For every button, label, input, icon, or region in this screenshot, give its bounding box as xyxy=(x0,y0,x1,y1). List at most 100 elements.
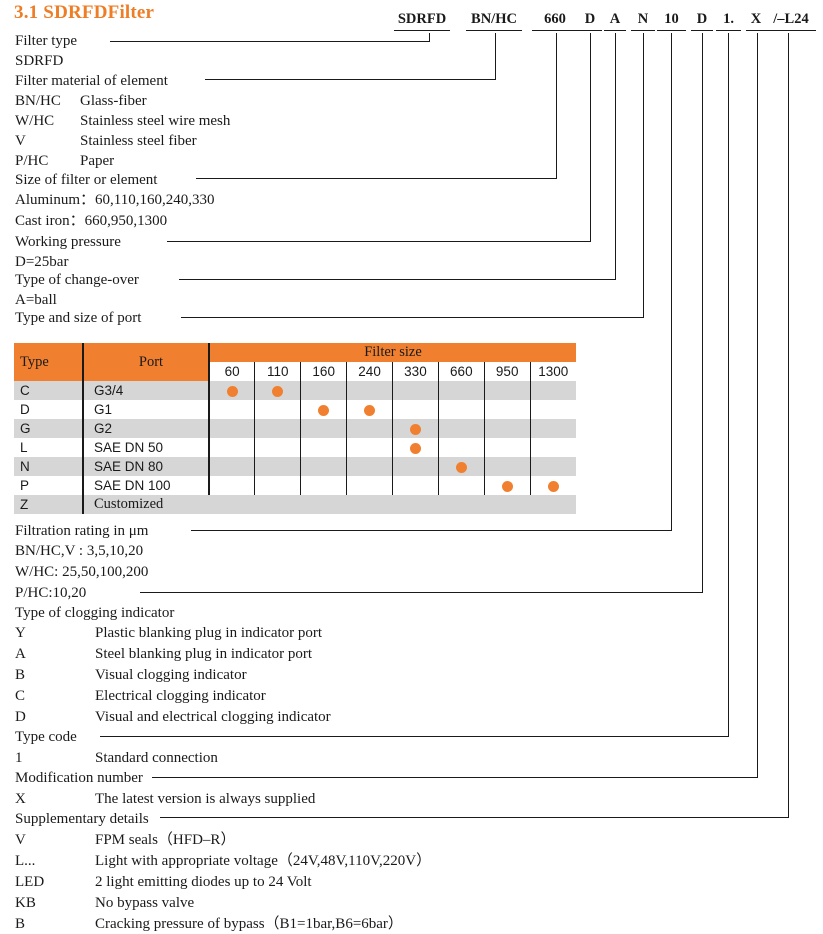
table-row: C G3/4 xyxy=(14,381,576,400)
availability-dot-icon xyxy=(547,480,559,492)
cell-mark-empty xyxy=(300,438,347,457)
cell-type: L xyxy=(14,438,83,457)
entry-indicator-y-desc: Plastic blanking plug in indicator port xyxy=(95,625,323,641)
entry-whc-desc: Stainless steel wire mesh xyxy=(80,113,231,129)
leader-hline-filter-type xyxy=(110,41,430,42)
entry-rating-bnhc: BN/HC,V : 3,5,10,20 xyxy=(15,543,144,559)
entry-supp-v-desc: FPM seals（HFD–R） xyxy=(95,832,236,848)
leader-hline-filtration-rating xyxy=(191,530,672,531)
entry-typecode-1-code: 1 xyxy=(15,750,23,766)
heading-change-over: Type of change-over xyxy=(15,272,139,288)
table-head: Type Port Filter size 60 110 160 240 330… xyxy=(14,343,576,381)
cell-mark-empty xyxy=(254,457,301,476)
table-row: L SAE DN 50 xyxy=(14,438,576,457)
heading-working-pressure: Working pressure xyxy=(15,234,121,250)
col-header-filter-size: Filter size xyxy=(208,343,576,362)
cell-mark-empty xyxy=(437,419,485,438)
cell-mark-empty xyxy=(254,419,301,438)
code-modification-number: X xyxy=(746,10,766,31)
entry-indicator-a-code: A xyxy=(15,646,26,662)
col-header-port: Port xyxy=(82,343,209,381)
leader-vline-filter-material xyxy=(495,33,496,80)
leader-vline-port xyxy=(643,33,644,318)
entry-changeover-a: A=ball xyxy=(15,292,57,308)
table-header-row-1: Type Port Filter size xyxy=(14,343,576,381)
cell-mark-empty xyxy=(254,400,301,419)
cell-mark-empty xyxy=(529,438,576,457)
cell-port: SAE DN 80 xyxy=(82,457,209,476)
cell-port: SAE DN 100 xyxy=(82,476,209,495)
table-row: D G1 xyxy=(14,400,576,419)
heading-filter-material: Filter material of element xyxy=(15,73,168,89)
entry-indicator-c-code: C xyxy=(15,688,26,704)
entry-rating-phc: P/HC:10,20 xyxy=(15,585,87,601)
cell-mark-empty xyxy=(483,381,531,400)
cell-mark-empty xyxy=(437,381,485,400)
availability-dot-icon xyxy=(501,480,513,492)
code-clogging-indicator: D xyxy=(691,10,713,31)
availability-dot-icon xyxy=(226,385,238,397)
col-header-size-160: 160 xyxy=(300,362,347,381)
entry-indicator-y-code: Y xyxy=(15,625,26,641)
entry-modification-x-desc: The latest version is always supplied xyxy=(95,791,316,807)
entry-supp-v-code: V xyxy=(15,832,26,848)
entry-indicator-a-desc: Steel blanking plug in indicator port xyxy=(95,646,313,662)
col-header-size-60: 60 xyxy=(208,362,255,381)
availability-dot-icon xyxy=(409,442,421,454)
cell-mark-empty xyxy=(392,476,439,495)
table-row: P SAE DN 100 xyxy=(14,476,576,495)
cell-mark-empty xyxy=(437,438,485,457)
cell-type: N xyxy=(14,457,83,476)
leader-hline-modification-number xyxy=(152,777,758,778)
cell-mark-empty xyxy=(529,457,576,476)
availability-dot-icon xyxy=(318,404,330,416)
heading-type-code: Type code xyxy=(15,729,77,745)
leader-vline-supplementary-details xyxy=(788,33,789,818)
cell-mark-empty xyxy=(346,381,393,400)
entry-cast-iron: Cast iron：660,950,1300 xyxy=(15,213,168,229)
entry-indicator-c-desc: Electrical clogging indicator xyxy=(95,688,266,704)
entry-supp-l-desc: Light with appropriate voltage（24V,48V,1… xyxy=(95,853,432,869)
cell-mark-empty xyxy=(437,400,485,419)
entry-supp-kb-code: KB xyxy=(15,895,36,911)
cell-mark-empty xyxy=(346,476,393,495)
entry-indicator-d-code: D xyxy=(15,709,26,725)
availability-dot-icon xyxy=(409,423,421,435)
code-supplementary-details: /–L24 xyxy=(766,10,816,31)
cell-type: P xyxy=(14,476,83,495)
cell-mark-filled xyxy=(392,419,439,438)
leader-hline-clogging-indicator xyxy=(140,592,703,593)
entry-v-code: V xyxy=(15,133,26,149)
heading-modification-number: Modification number xyxy=(15,770,143,786)
cell-type: C xyxy=(14,381,83,400)
cell-mark-filled xyxy=(254,381,301,400)
port-filter-size-table: Type Port Filter size 60 110 160 240 330… xyxy=(14,343,576,514)
cell-port: SAE DN 50 xyxy=(82,438,209,457)
heading-filter-type: Filter type xyxy=(15,33,78,49)
entry-modification-x-code: X xyxy=(15,791,26,807)
availability-dot-icon xyxy=(272,385,284,397)
leader-hline-port xyxy=(181,317,644,318)
cell-mark-filled xyxy=(346,400,393,419)
table-row: G G2 xyxy=(14,419,576,438)
leader-vline-type-code xyxy=(728,33,729,737)
leader-hline-change-over xyxy=(179,279,616,280)
cell-mark-empty xyxy=(208,400,255,419)
cell-mark-empty xyxy=(208,438,255,457)
cell-mark-empty xyxy=(437,476,485,495)
cell-port: G2 xyxy=(82,419,209,438)
cell-mark-empty xyxy=(346,438,393,457)
col-header-type: Type xyxy=(14,343,83,381)
leader-vline-filtration-rating xyxy=(671,33,672,531)
cell-mark-empty xyxy=(483,438,531,457)
heading-port: Type and size of port xyxy=(15,310,142,326)
entry-aluminum: Aluminum：60,110,160,240,330 xyxy=(15,192,215,208)
cell-mark-empty xyxy=(529,400,576,419)
entry-pressure-d: D=25bar xyxy=(15,254,69,270)
entry-phc-desc: Paper xyxy=(80,153,115,169)
cell-mark-empty xyxy=(208,457,255,476)
code-port: N xyxy=(631,10,655,31)
cell-mark-empty xyxy=(208,476,255,495)
cell-mark-empty xyxy=(346,457,393,476)
cell-mark-filled xyxy=(529,476,576,495)
